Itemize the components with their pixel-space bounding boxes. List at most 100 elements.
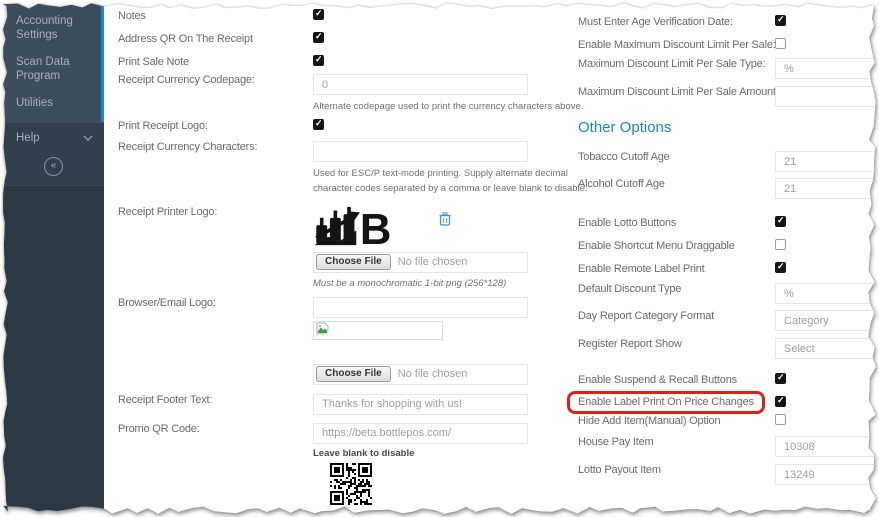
- helper-text: Must be a monochromatic 1-bit png (256*1…: [313, 277, 507, 289]
- helper-text: Used for ESC/P text-mode printing. Suppl…: [313, 166, 588, 196]
- delete-logo-icon[interactable]: [439, 211, 451, 229]
- screenshot-frame: Accounting Settings Scan Data Program Ut…: [3, 3, 876, 514]
- tobacco-cutoff-age-label: Tobacco Cutoff Age: [578, 151, 670, 163]
- enable-lotto-buttons-checkbox[interactable]: [775, 215, 786, 227]
- maximum-discount-limit-per-sale-amount-input[interactable]: [775, 86, 876, 107]
- enable-lotto-buttons-label: Enable Lotto Buttons: [578, 216, 677, 229]
- other-options-heading: Other Options: [578, 119, 672, 136]
- settings-row: Receipt Printer Logo: B Choose File No file…: [118, 206, 570, 291]
- address-qr-on-the-receipt-checkbox[interactable]: [313, 31, 324, 43]
- settings-row: Register Report Show: [578, 338, 876, 359]
- settings-row: Alcohol Cutoff Age: [578, 178, 876, 199]
- tobacco-cutoff-age-input[interactable]: [775, 151, 876, 172]
- alcohol-cutoff-age-input[interactable]: [775, 178, 876, 199]
- broken-image-icon: [316, 322, 329, 338]
- settings-row: Receipt Currency Codepage: Alternate code…: [118, 74, 583, 114]
- lotto-payout-item-input[interactable]: [775, 464, 876, 485]
- page: Accounting Settings Scan Data Program Ut…: [3, 3, 876, 514]
- file-upload-control[interactable]: Choose File No file chosen: [313, 251, 528, 273]
- sidebar-item-utilities[interactable]: Utilities: [3, 90, 101, 116]
- helper-line: Used for ESC/P text-mode printing. Suppl…: [313, 168, 568, 180]
- enable-suspend-recall-buttons-checkbox[interactable]: [775, 372, 786, 384]
- register-report-show-input[interactable]: [775, 338, 876, 359]
- sidebar-background: [3, 185, 104, 514]
- settings-row: Enable Remote Label Print: [578, 261, 876, 276]
- receipt-currency-characters-label: Receipt Currency Characters:: [118, 141, 258, 154]
- settings-row: Enable Label Print On Price Changes: [567, 391, 876, 414]
- hide-add-item-manual-option-label: Hide Add Item(Manual) Option: [578, 414, 721, 427]
- sidebar: Accounting Settings Scan Data Program Ut…: [3, 3, 104, 514]
- receipt-currency-characters-input[interactable]: [313, 141, 528, 163]
- day-report-category-format-input[interactable]: [775, 310, 876, 331]
- choose-file-button[interactable]: Choose File: [316, 254, 391, 271]
- must-enter-age-verification-date-label: Must Enter Age Verification Date:: [578, 15, 733, 28]
- pos-search-heading: POS Search: [118, 512, 570, 514]
- promo-qr-code-label: Promo QR Code:: [118, 422, 200, 435]
- receipt-footer-text-label: Receipt Footer Text:: [118, 393, 213, 406]
- must-enter-age-verification-date-checkbox[interactable]: [775, 14, 786, 26]
- sidebar-item-scan-data-program[interactable]: Scan Data Program: [3, 49, 101, 90]
- maximum-discount-limit-per-sale-type-input[interactable]: [775, 58, 876, 79]
- print-receipt-logo-checkbox[interactable]: [313, 118, 324, 130]
- browser-email-logo-label: Browser/Email Logo:: [118, 296, 216, 309]
- settings-content: Notes Address QR On The Receipt Print Sale…: [104, 3, 876, 514]
- default-discount-type-label: Default Discount Type: [578, 283, 682, 295]
- house-pay-item-input[interactable]: [775, 436, 876, 457]
- enable-label-print-on-price-changes-label: Enable Label Print On Price Changes: [578, 396, 754, 408]
- settings-row: Maximum Discount Limit Per Sale Type:: [578, 58, 876, 79]
- day-report-category-format-label: Day Report Category Format: [578, 310, 715, 322]
- maximum-discount-limit-per-sale-amount-label: Maximum Discount Limit Per Sale Amount:: [578, 86, 779, 98]
- settings-column-left: Notes Address QR On The Receipt Print Sale…: [118, 8, 588, 514]
- settings-row: Enable Suspend & Recall Buttons: [578, 372, 876, 387]
- settings-row: Hide Add Item(Manual) Option: [578, 413, 876, 428]
- settings-row: Promo QR Code: Leave blank to disable: [118, 422, 570, 505]
- settings-row: Print Sale Note: [118, 54, 570, 69]
- settings-row: Print Receipt Logo:: [118, 118, 570, 133]
- sidebar-item-accounting-settings[interactable]: Accounting Settings: [3, 8, 101, 49]
- settings-row: House Pay Item: [578, 436, 876, 457]
- enable-maximum-discount-limit-per-sale-checkbox[interactable]: [775, 37, 786, 49]
- file-status-text: No file chosen: [397, 256, 468, 269]
- enable-shortcut-menu-draggable-label: Enable Shortcut Menu Draggable: [578, 239, 735, 252]
- promo-qr-code-input[interactable]: [313, 422, 528, 444]
- settings-row: Browser/Email Logo: Choose File No file ch…: [118, 296, 570, 385]
- receipt-footer-text-input[interactable]: [313, 393, 528, 415]
- default-discount-type-input[interactable]: [775, 283, 876, 304]
- lotto-payout-item-label: Lotto Payout Item: [578, 464, 661, 476]
- sidebar-item-help[interactable]: Help: [3, 121, 104, 152]
- enable-label-print-on-price-changes-checkbox[interactable]: [775, 395, 786, 407]
- collapse-arrows-icon: «: [50, 160, 57, 172]
- settings-row: Receipt Footer Text:: [118, 393, 570, 415]
- print-sale-note-checkbox[interactable]: [313, 54, 324, 66]
- enable-suspend-recall-buttons-label: Enable Suspend & Recall Buttons: [578, 373, 737, 386]
- highlight-box: Enable Label Print On Price Changes: [567, 391, 765, 414]
- settings-row: Maximum Discount Limit Per Sale Amount:: [578, 86, 876, 107]
- browser-email-logo-input[interactable]: [313, 296, 528, 318]
- choose-file-button[interactable]: Choose File: [316, 366, 391, 383]
- receipt-printer-logo-image: B: [313, 206, 425, 254]
- notes-checkbox[interactable]: [313, 8, 324, 20]
- file-upload-control[interactable]: Choose File No file chosen: [313, 363, 528, 385]
- settings-row: Tobacco Cutoff Age: [578, 151, 876, 172]
- sidebar-collapse-area: «: [3, 151, 104, 186]
- register-report-show-label: Register Report Show: [578, 338, 682, 350]
- hide-add-item-manual-option-checkbox[interactable]: [775, 413, 786, 425]
- promo-qr-image: [330, 462, 372, 505]
- sidebar-menu-group: Accounting Settings Scan Data Program Ut…: [3, 3, 104, 122]
- settings-column-right: Must Enter Age Verification Date: Enable …: [567, 8, 876, 514]
- settings-row: Day Report Category Format: [578, 310, 876, 331]
- print-sale-note-label: Print Sale Note: [118, 55, 189, 68]
- maximum-discount-limit-per-sale-type-label: Maximum Discount Limit Per Sale Type:: [578, 58, 766, 70]
- address-qr-on-the-receipt-label: Address QR On The Receipt: [118, 32, 253, 45]
- enable-remote-label-print-checkbox[interactable]: [775, 261, 786, 273]
- receipt-currency-codepage-label: Receipt Currency Codepage:: [118, 74, 255, 86]
- sidebar-collapse-button[interactable]: «: [44, 156, 63, 176]
- helper-text: Leave blank to disable: [313, 447, 415, 459]
- enable-shortcut-menu-draggable-checkbox[interactable]: [775, 238, 786, 250]
- settings-row: Default Discount Type: [578, 283, 876, 304]
- settings-row: Lotto Payout Item: [578, 464, 876, 485]
- receipt-currency-codepage-input[interactable]: [313, 74, 528, 95]
- print-receipt-logo-label: Print Receipt Logo:: [118, 119, 208, 132]
- helper-text: Alternate codepage used to print the cur…: [313, 99, 583, 114]
- enable-remote-label-print-label: Enable Remote Label Print: [578, 262, 705, 275]
